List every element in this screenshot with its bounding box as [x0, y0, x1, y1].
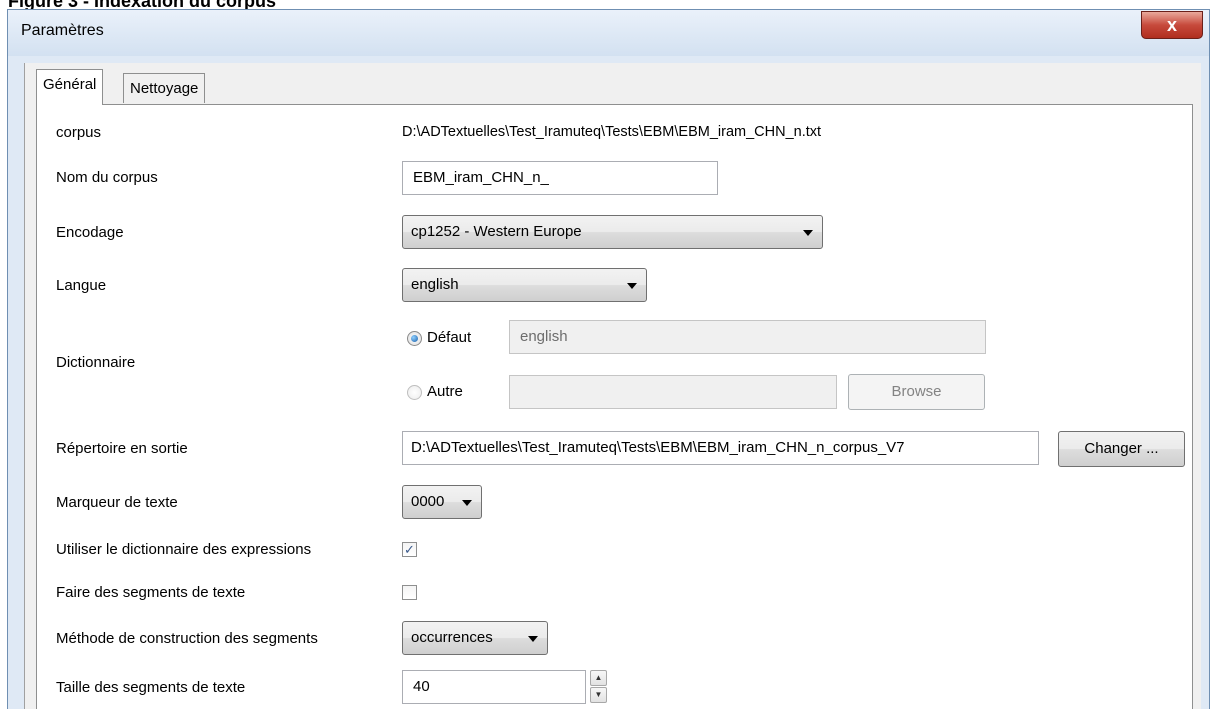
- methode-select[interactable]: occurrences: [402, 621, 548, 655]
- dict-default-radio[interactable]: [407, 331, 422, 346]
- chevron-down-icon: [462, 500, 472, 506]
- dict-other-label[interactable]: Autre: [427, 383, 463, 400]
- nom-corpus-input[interactable]: EBM_iram_CHN_n_: [402, 161, 718, 195]
- general-tab-panel: corpus D:\ADTextuelles\Test_Iramuteq\Tes…: [36, 104, 1193, 709]
- repertoire-label: Répertoire en sortie: [56, 440, 188, 457]
- browse-button-label: Browse: [891, 383, 942, 400]
- expressions-label: Utiliser le dictionnaire des expressions: [56, 541, 312, 558]
- marqueur-label: Marqueur de texte: [56, 494, 178, 511]
- close-button[interactable]: x: [1141, 11, 1203, 39]
- taille-input[interactable]: 40: [402, 670, 586, 704]
- tab-nettoyage[interactable]: Nettoyage: [123, 73, 206, 103]
- corpus-path-value: D:\ADTextuelles\Test_Iramuteq\Tests\EBM\…: [402, 124, 822, 140]
- dialog-client-area: Général Nettoyage corpus D:\ADTextuelles…: [24, 63, 1201, 709]
- tab-general[interactable]: Général: [36, 69, 104, 105]
- parametres-dialog: Paramètres x Général Nettoyage corpus D:…: [7, 9, 1210, 709]
- changer-button[interactable]: Changer ...: [1058, 431, 1185, 467]
- segments-label: Faire des segments de texte: [56, 584, 246, 601]
- dict-other-radio[interactable]: [407, 385, 422, 400]
- repertoire-input[interactable]: D:\ADTextuelles\Test_Iramuteq\Tests\EBM\…: [402, 431, 1039, 465]
- spin-up-icon[interactable]: ▲: [590, 670, 607, 686]
- tab-general-label: Général: [43, 76, 97, 93]
- langue-label: Langue: [56, 277, 107, 294]
- dict-other-path-field: [509, 375, 837, 409]
- chevron-down-icon: [803, 230, 813, 236]
- chevron-down-icon: [627, 283, 637, 289]
- dictionnaire-label: Dictionnaire: [56, 354, 136, 371]
- chevron-down-icon: [528, 636, 538, 642]
- encodage-select[interactable]: cp1252 - Western Europe: [402, 215, 823, 249]
- langue-select[interactable]: english: [402, 268, 647, 302]
- langue-value: english: [411, 276, 459, 293]
- close-icon: x: [1166, 15, 1177, 35]
- browse-button[interactable]: Browse: [848, 374, 985, 410]
- taille-label: Taille des segments de texte: [56, 679, 246, 696]
- marqueur-select[interactable]: 0000: [402, 485, 482, 519]
- dict-default-label[interactable]: Défaut: [427, 329, 471, 346]
- dict-default-field: english: [509, 320, 986, 354]
- changer-button-label: Changer ...: [1084, 440, 1159, 457]
- encodage-value: cp1252 - Western Europe: [411, 223, 582, 240]
- encodage-label: Encodage: [56, 224, 124, 241]
- marqueur-value: 0000: [411, 493, 445, 510]
- methode-label: Méthode de construction des segments: [56, 630, 318, 647]
- segments-checkbox[interactable]: [402, 585, 417, 600]
- title-bar: Paramètres x: [8, 10, 1209, 56]
- expressions-checkbox[interactable]: ✓: [402, 542, 417, 557]
- nom-corpus-label: Nom du corpus: [56, 169, 158, 186]
- methode-value: occurrences: [411, 629, 493, 646]
- window-title: Paramètres: [21, 22, 104, 39]
- taille-spinner[interactable]: ▲ ▼: [590, 670, 607, 704]
- spin-down-icon[interactable]: ▼: [590, 687, 607, 703]
- tab-nettoyage-label: Nettoyage: [130, 80, 199, 97]
- corpus-label: corpus: [56, 124, 102, 141]
